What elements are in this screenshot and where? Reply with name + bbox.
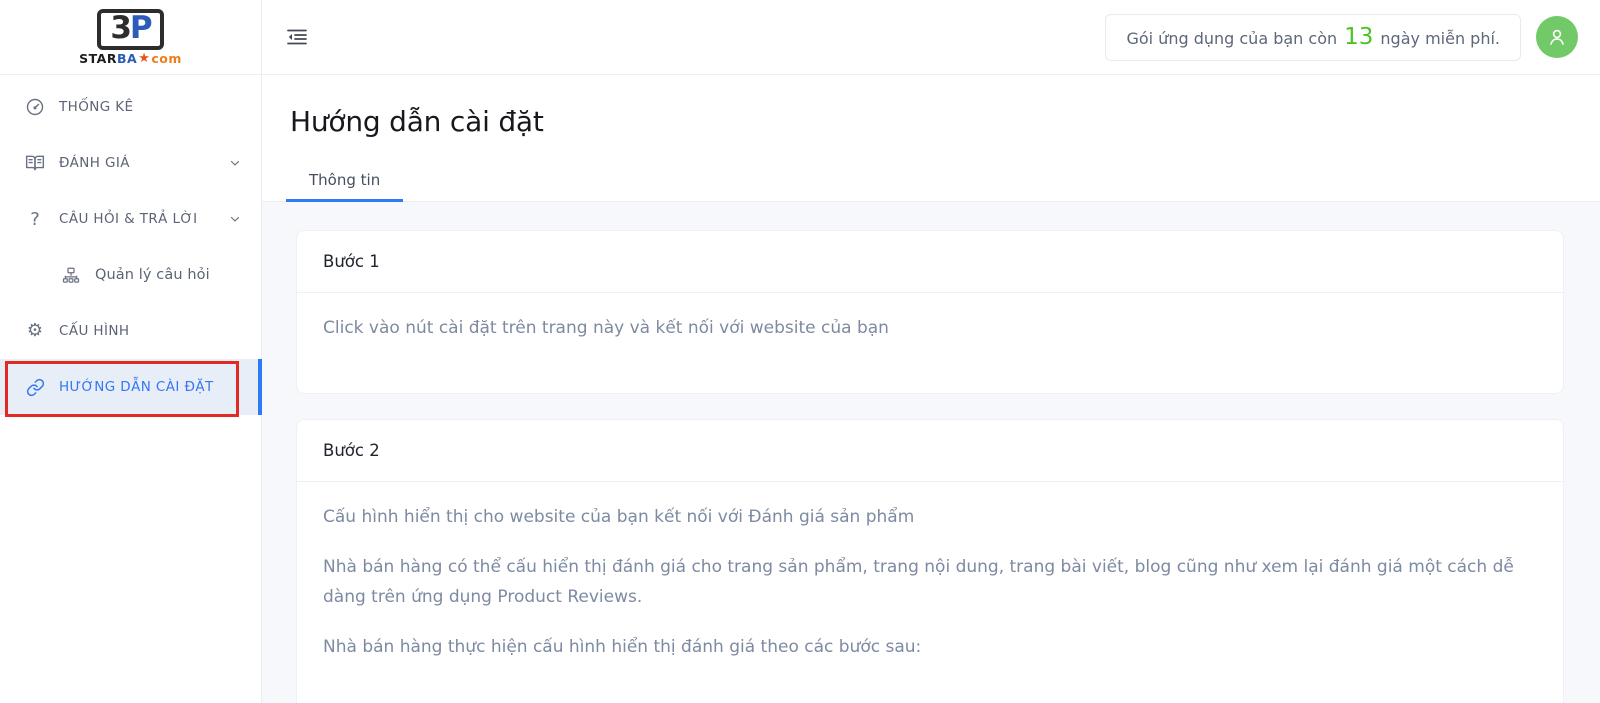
sidebar-item-cau-hoi-tra-loi[interactable]: ? CÂU HỎI & TRẢ LỜI — [0, 191, 261, 247]
sidebar-item-quan-ly-cau-hoi[interactable]: Quản lý câu hỏi — [0, 247, 261, 303]
sidebar-item-huong-dan-cai-dat[interactable]: HƯỚNG DẪN CÀI ĐẶT — [0, 359, 262, 417]
sidebar-nav: THỐNG KÊ ĐÁNH GIÁ ? CÂU HỎI & TRẢ LỜI Qu… — [0, 75, 262, 417]
gauge-icon — [24, 97, 46, 117]
sidebar-item-label: HƯỚNG DẪN CÀI ĐẶT — [59, 379, 214, 395]
trial-notice: Gói ứng dụng của bạn còn 13 ngày miễn ph… — [1105, 13, 1521, 61]
page-title: Hướng dẫn cài đặt — [290, 105, 544, 138]
tab-bar: Thông tin — [262, 160, 1600, 202]
content-area: Bước 1 Click vào nút cài đặt trên trang … — [262, 202, 1600, 703]
brand-logo-wordmark: STAR BA ★ com — [79, 51, 182, 66]
sitemap-icon — [60, 266, 82, 284]
star-icon: ★ — [138, 50, 151, 66]
chevron-down-icon — [229, 157, 241, 169]
logo-word-com: com — [151, 50, 182, 66]
card-body: Click vào nút cài đặt trên trang này và … — [297, 293, 1563, 393]
sidebar-item-label: THỐNG KÊ — [59, 99, 134, 115]
sidebar-item-cau-hinh[interactable]: ⚙ CẤU HÌNH — [0, 303, 261, 359]
person-icon — [1545, 25, 1569, 49]
logo-text-3: 3 — [110, 9, 132, 46]
logo-word-star: STAR — [79, 50, 117, 66]
card-body: Cấu hình hiển thị cho website của bạn kế… — [297, 482, 1563, 703]
card-paragraph: Nhà bán hàng thực hiện cấu hình hiển thị… — [323, 637, 922, 657]
tab-label: Thông tin — [309, 170, 381, 189]
sidebar-collapse-button[interactable] — [286, 28, 308, 46]
brand-logo[interactable]: 3P STAR BA ★ com — [0, 0, 261, 75]
card-paragraph: Nhà bán hàng có thể cấu hiển thị đánh gi… — [323, 557, 1514, 607]
sidebar-item-label: CẤU HÌNH — [59, 323, 130, 339]
chevron-down-icon — [229, 213, 241, 225]
sidebar-item-label: ĐÁNH GIÁ — [59, 155, 130, 171]
trial-notice-suffix: ngày miễn phí. — [1380, 28, 1500, 48]
brand-logo-mark: 3P — [97, 8, 164, 50]
logo-text-p: P — [129, 9, 153, 46]
sidebar-item-label: CÂU HỎI & TRẢ LỜI — [59, 211, 198, 227]
gear-icon: ⚙ — [26, 320, 44, 341]
step-2-card: Bước 2 Cấu hình hiển thị cho website của… — [296, 419, 1564, 703]
step-1-card: Bước 1 Click vào nút cài đặt trên trang … — [296, 230, 1564, 394]
card-header: Bước 2 — [297, 420, 1563, 482]
main-content: Hướng dẫn cài đặt Thông tin Bước 1 Click… — [262, 75, 1600, 703]
trial-days-remaining: 13 — [1344, 23, 1374, 50]
card-header: Bước 1 — [297, 231, 1563, 293]
user-avatar-button[interactable] — [1536, 16, 1578, 58]
sidebar: 3P STAR BA ★ com THỐNG KÊ ĐÁNH GIÁ ? CÂU… — [0, 0, 262, 703]
question-icon: ? — [30, 208, 40, 230]
card-paragraph: Click vào nút cài đặt trên trang này và … — [323, 318, 889, 338]
sidebar-item-thong-ke[interactable]: THỐNG KÊ — [0, 79, 261, 135]
card-paragraph: Cấu hình hiển thị cho website của bạn kế… — [323, 507, 915, 527]
active-item-indicator — [258, 359, 262, 415]
tab-thong-tin[interactable]: Thông tin — [286, 160, 404, 202]
topbar: Gói ứng dụng của bạn còn 13 ngày miễn ph… — [262, 0, 1600, 75]
logo-word-ba: BA — [116, 50, 138, 66]
sidebar-item-label: Quản lý câu hỏi — [95, 267, 210, 283]
link-icon — [24, 378, 46, 397]
sidebar-item-danh-gia[interactable]: ĐÁNH GIÁ — [0, 135, 261, 191]
trial-notice-prefix: Gói ứng dụng của bạn còn — [1126, 28, 1338, 48]
book-icon — [24, 153, 46, 173]
